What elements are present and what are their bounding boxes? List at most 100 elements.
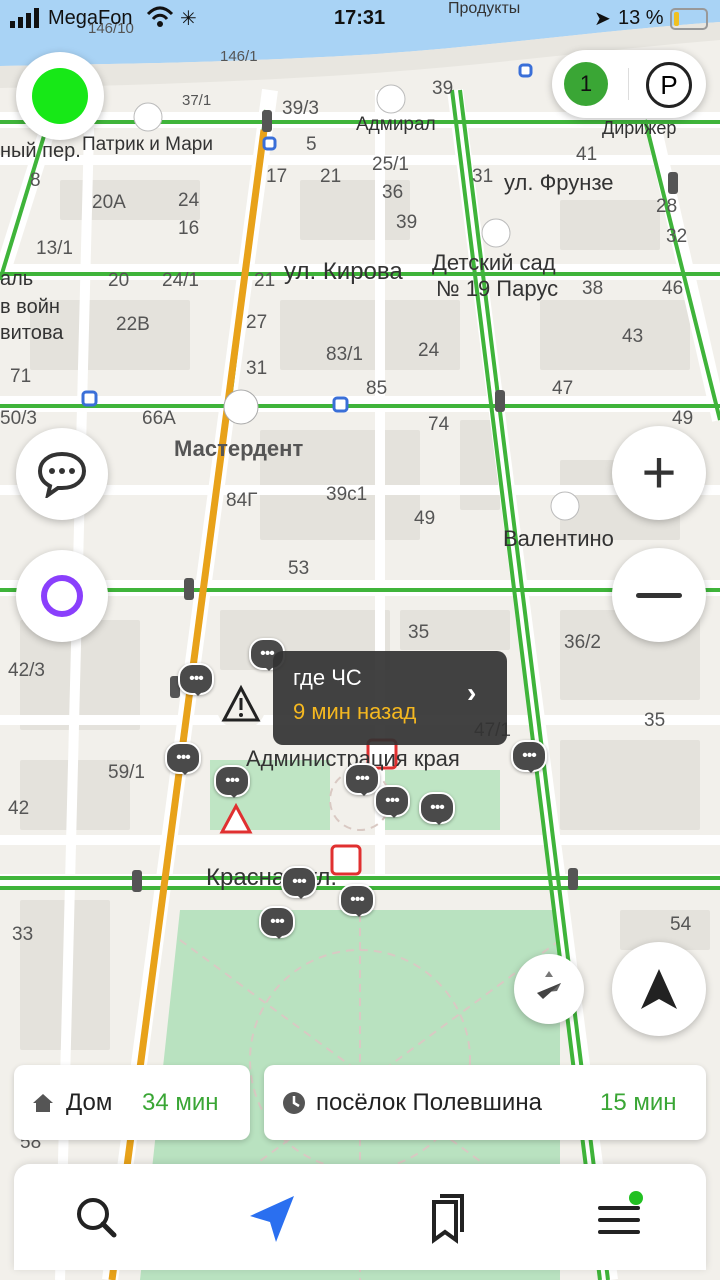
map-layers-pill: 1 P [552,50,706,118]
traffic-level-value: 1 [579,71,593,96]
poi-label: Дирижер [602,118,677,138]
navigation-arrow-icon [641,969,677,1009]
house-number: 39/3 [282,98,319,119]
house-number: 84Г [226,490,258,511]
house-number: 36 [382,182,404,203]
road-chat-marker[interactable]: ••• [259,906,295,939]
house-number: 53 [288,558,310,579]
house-number: 17 [266,166,288,187]
navigation-icon [250,1196,294,1242]
house-number: 5 [306,134,317,155]
road-chat-marker[interactable]: ••• [281,866,317,899]
house-number: 28 [656,196,678,217]
compass-button[interactable] [514,954,584,1024]
house-number: 31 [246,358,268,379]
poi-label: Патрик и Мари [82,134,213,155]
house-number: 37/1 [182,92,212,109]
house-number: 8 [30,170,41,191]
my-location-button[interactable] [612,942,706,1036]
carrier-name: MegaFon [48,7,133,29]
house-number: 49 [414,508,436,529]
house-number: 59/1 [108,762,145,783]
street-label: Красная ул. [206,864,338,891]
poi-label: Валентино [503,526,614,551]
route-name: Дом [66,1089,113,1116]
minus-icon [636,592,682,598]
tab-navigation[interactable] [242,1190,302,1246]
road-chat-marker[interactable]: ••• [344,763,380,796]
chevron-right-icon: › [467,677,477,708]
divider [628,68,629,100]
poi-label: № 19 Парус [436,276,559,301]
house-number: 25/1 [372,154,409,175]
hazard-popup[interactable]: где ЧС 9 мин назад › [273,651,507,745]
house-number: 42 [8,798,30,819]
house-number: 16 [178,218,200,239]
road-chat-marker[interactable]: ••• [165,742,201,775]
chat-button[interactable] [16,428,108,520]
clock-time: 17:31 [334,7,386,29]
house-number: 85 [366,378,388,399]
menu-icon [598,1191,643,1234]
house-number: 39с1 [326,484,368,505]
home-icon [33,1094,53,1112]
house-number: 39 [396,212,418,233]
house-number: 35 [644,710,666,731]
bottom-tab-bar [14,1164,706,1270]
house-number: 36/2 [564,632,601,653]
house-number: 20 [108,270,130,291]
house-number: 66А [142,408,176,429]
road-chat-marker[interactable]: ••• [374,785,410,818]
zoom-in-button[interactable]: + [612,426,706,520]
voice-assistant-button[interactable] [16,550,108,642]
parking-button[interactable]: P [646,62,692,108]
wifi-icon [146,6,174,27]
road-chat-marker[interactable]: ••• [511,740,547,773]
zoom-out-button[interactable] [612,548,706,642]
house-number: 47 [552,378,574,399]
route-card-village[interactable]: посёлок Полевшина 15 мин [264,1065,706,1140]
house-number: 20А [92,192,126,213]
status-bar: MegaFon ✳ 17:31 ➤ 13 % [0,0,720,40]
street-label: аль [0,268,34,290]
house-number: 39 [432,78,454,99]
street-label: ул. Кирова [284,258,403,285]
house-number: 50/3 [0,408,37,429]
clock-icon [283,1092,305,1114]
house-number: 27 [246,312,268,333]
compass-icon [537,971,561,999]
route-card-home[interactable]: Дом 34 мин [14,1065,250,1140]
bookmarks-icon [432,1194,464,1244]
house-number: 24 [178,190,200,211]
tab-bookmarks[interactable] [416,1190,476,1246]
road-chat-marker[interactable]: ••• [419,792,455,825]
house-number: 49 [672,408,694,429]
house-number: 31 [472,166,494,187]
popup-time: 9 мин назад [293,699,417,724]
route-time: 34 мин [142,1089,219,1116]
profile-button[interactable] [16,52,104,140]
tab-search[interactable] [68,1190,128,1246]
popup-title: где ЧС [293,665,362,690]
road-chat-marker[interactable]: ••• [339,884,375,917]
signal-icon [10,8,39,28]
road-chat-marker[interactable]: ••• [214,765,250,798]
house-number: 32 [666,226,688,247]
house-number: 33 [12,924,34,945]
house-number: 83/1 [326,344,363,365]
street-label: в войн [0,296,60,318]
tab-menu[interactable] [590,1190,650,1246]
house-number: 35 [408,622,430,643]
house-number: 38 [582,278,604,299]
status-dot-icon [32,68,88,124]
street-label: витова [0,322,64,344]
hazard-marker[interactable] [216,680,266,730]
warning-triangle-icon [221,684,261,722]
house-number: 22В [116,314,150,335]
house-number: 42/3 [8,660,45,681]
road-chat-marker[interactable]: ••• [178,663,214,696]
house-number: 41 [576,144,598,165]
loading-icon: ✳ [180,8,197,30]
location-arrow-icon: ➤ [594,8,611,30]
traffic-level-button[interactable]: 1 [564,62,608,106]
